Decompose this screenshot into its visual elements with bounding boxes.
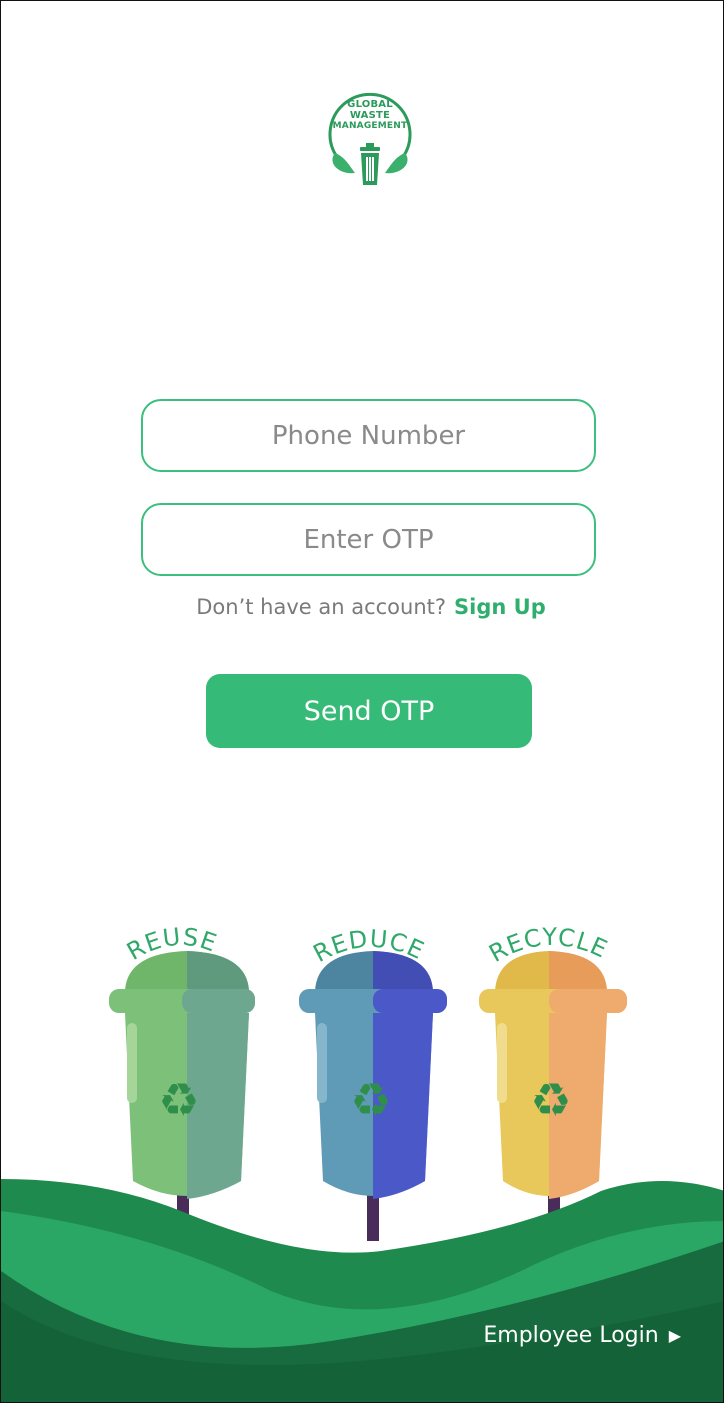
otp-field-container: [141, 503, 596, 576]
employee-login-link[interactable]: Employee Login ▶: [483, 1323, 681, 1348]
caret-right-icon: ▶: [668, 1326, 681, 1345]
svg-text:♻: ♻: [350, 1073, 391, 1127]
signup-prompt: Don’t have an account? Sign Up: [1, 595, 723, 619]
logo-text-line-3: MANAGEMENT: [332, 121, 408, 131]
employee-login-label: Employee Login: [483, 1323, 659, 1348]
otp-input[interactable]: [143, 504, 594, 575]
svg-text:♻: ♻: [158, 1073, 199, 1127]
svg-text:♻: ♻: [530, 1073, 571, 1127]
phone-number-input[interactable]: [143, 400, 594, 471]
sign-up-link[interactable]: Sign Up: [454, 595, 546, 619]
send-otp-button[interactable]: Send OTP: [206, 674, 532, 748]
green-hills-background: [1, 1179, 723, 1402]
logo-text-line-1: GLOBAL: [347, 99, 393, 110]
no-account-text: Don’t have an account?: [196, 595, 447, 619]
logo-text-line-2: WASTE: [349, 110, 391, 121]
phone-number-field-container: [141, 399, 596, 472]
app-logo: GLOBAL WASTE MANAGEMENT: [317, 85, 423, 191]
app-screen: GLOBAL WASTE MANAGEMENT Don’t have an ac…: [0, 0, 724, 1403]
